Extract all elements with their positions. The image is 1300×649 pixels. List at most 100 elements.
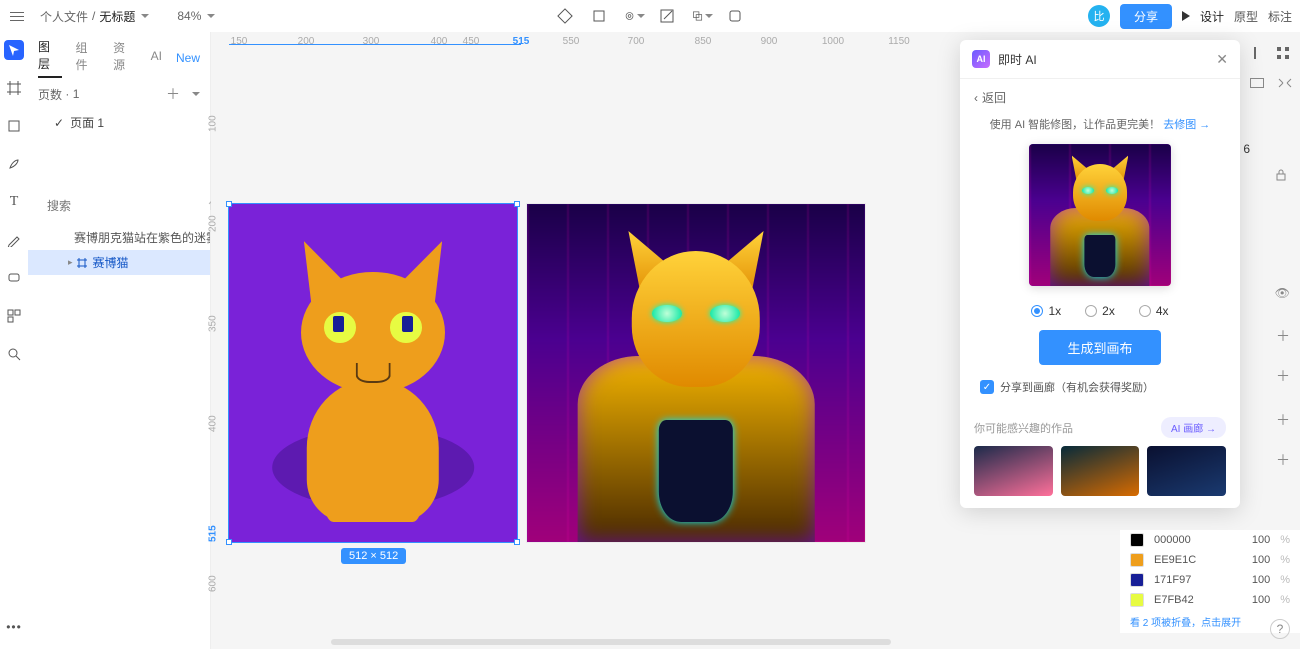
cat-pupil [333, 316, 345, 333]
lock-icon[interactable] [1274, 168, 1288, 182]
tab-annotate[interactable]: 标注 [1268, 8, 1292, 25]
ai-description: 使用 AI 智能修图，让作品更完美！ 去修图 → [960, 116, 1240, 132]
tab-layers[interactable]: 图层 [38, 38, 62, 78]
expand-icon[interactable] [1278, 78, 1292, 88]
zoom-value: 84% [177, 9, 201, 23]
generate-button[interactable]: 生成到画布 [1039, 330, 1160, 365]
chevron-down-icon [205, 13, 215, 19]
horizontal-scrollbar[interactable] [331, 639, 891, 645]
close-button[interactable]: ✕ [1216, 51, 1228, 68]
tab-design[interactable]: 设计 [1200, 8, 1224, 25]
resize-handle[interactable] [514, 201, 520, 207]
add-section-button[interactable]: ＋ [1276, 450, 1290, 470]
tab-assets[interactable]: 资源 [113, 39, 137, 77]
color-row[interactable]: EE9E1C100% [1120, 550, 1300, 570]
color-row[interactable]: 171F97100% [1120, 570, 1300, 590]
move-tool[interactable] [4, 40, 24, 60]
layer-row-cybercat-image[interactable]: 赛博朋克猫站在紫色的迷雾中… [28, 225, 210, 250]
ring-icon[interactable] [624, 7, 642, 25]
radio-4x[interactable]: 4x [1139, 304, 1169, 318]
color-row[interactable]: 000000100% [1120, 530, 1300, 550]
frame-cartoon-cat[interactable] [229, 204, 517, 542]
file-title[interactable]: 无标题 [99, 8, 135, 25]
pen-tool[interactable] [4, 154, 24, 174]
ai-gallery-button[interactable]: AI 画廊 → [1161, 417, 1226, 438]
tab-prototype[interactable]: 原型 [1234, 8, 1258, 25]
add-section-button[interactable]: ＋ [1276, 410, 1290, 430]
page-item[interactable]: ✓ 页面 1 [28, 110, 210, 135]
layer-row-cybercat[interactable]: ▸ 赛博猫 [28, 250, 210, 275]
cat-mouth [356, 363, 391, 383]
rectangle-tool[interactable] [4, 116, 24, 136]
frame-tool[interactable] [4, 78, 24, 98]
ai-panel: AI 即时 AI ✕ ‹ 返回 使用 AI 智能修图，让作品更完美！ 去修图 →… [960, 40, 1240, 508]
menu-button[interactable] [8, 7, 26, 25]
title-dropdown-icon[interactable] [139, 13, 149, 19]
color-row[interactable]: E7FB42100% [1120, 590, 1300, 610]
suggestion-thumb[interactable] [974, 446, 1053, 496]
suggestion-thumbnails [960, 446, 1240, 496]
align-icon[interactable] [1246, 44, 1264, 62]
frame-cyber-cat[interactable] [527, 204, 865, 542]
edit-icon[interactable] [658, 7, 676, 25]
resize-handle[interactable] [514, 539, 520, 545]
suggestion-thumb[interactable] [1147, 446, 1226, 496]
more-tools[interactable]: ••• [4, 617, 24, 637]
crop-icon[interactable] [590, 7, 608, 25]
breadcrumb: 个人文件 / 无标题 [40, 8, 149, 25]
inspector-value: 6 [1243, 142, 1250, 156]
breadcrumb-folder[interactable]: 个人文件 [40, 8, 88, 25]
ai-preview-image [1029, 144, 1171, 286]
tab-ai[interactable]: AI [151, 49, 162, 67]
help-button[interactable]: ? [1270, 619, 1290, 639]
chevron-down-icon[interactable] [190, 91, 200, 97]
tool-strip: T ••• [0, 32, 28, 649]
search-input[interactable] [47, 199, 202, 213]
add-section-button[interactable]: ＋ [1276, 366, 1290, 386]
ai-logo-icon: AI [972, 50, 990, 68]
page-name: 页面 1 [70, 114, 104, 131]
caret-right-icon[interactable]: ▸ [68, 257, 73, 268]
resize-handle[interactable] [226, 539, 232, 545]
ai-retouch-link[interactable]: 去修图 → [1163, 119, 1210, 131]
back-button[interactable]: ‹ 返回 [960, 79, 1240, 116]
color-swatch [1130, 553, 1144, 567]
selection-ruler-marker [229, 44, 521, 45]
back-label: 返回 [982, 89, 1006, 106]
text-tool[interactable]: T [4, 192, 24, 212]
add-page-button[interactable]: ＋ [166, 84, 180, 104]
checkbox-checked-icon: ✓ [980, 380, 994, 394]
pages-header[interactable]: 页数 · 1 ＋ [28, 78, 210, 110]
diamond-icon[interactable] [556, 7, 574, 25]
cat-pupil [402, 316, 414, 333]
component-icon[interactable] [726, 7, 744, 25]
grid-icon[interactable] [1274, 44, 1292, 62]
eye-icon[interactable]: 👁 [1275, 286, 1290, 300]
search-tool[interactable] [4, 344, 24, 364]
radio-1x[interactable]: 1x [1031, 304, 1061, 318]
share-button[interactable]: 分享 [1120, 4, 1172, 29]
user-badge[interactable]: 比 [1088, 5, 1110, 27]
tab-components[interactable]: 组件 [76, 39, 100, 77]
radio-2x[interactable]: 2x [1085, 304, 1115, 318]
frame-icon [77, 258, 87, 268]
left-panel: 图层 组件 资源 AI New 页数 · 1 ＋ ✓ 页面 1 ⇅ 赛博朋克猫站… [28, 32, 211, 649]
align-icons [1246, 44, 1292, 62]
cat-leg [390, 454, 422, 522]
suggestion-thumb[interactable] [1061, 446, 1140, 496]
layer-label: 赛博朋克猫站在紫色的迷雾中… [74, 229, 210, 246]
selection-size-badge: 512 × 512 [341, 548, 406, 564]
layer-search[interactable]: ⇅ [36, 195, 202, 217]
preview-play-button[interactable] [1182, 11, 1190, 21]
resize-handle[interactable] [226, 201, 232, 207]
rect-icon[interactable] [1250, 78, 1264, 88]
radio-icon [1031, 305, 1043, 317]
share-gallery-option[interactable]: ✓ 分享到画廊（有机会获得奖励） [960, 365, 1240, 409]
widgets-tool[interactable] [4, 306, 24, 326]
comment-tool[interactable] [4, 268, 24, 288]
pencil-tool[interactable] [4, 230, 24, 250]
zoom-control[interactable]: 84% [177, 9, 215, 23]
add-section-button[interactable]: ＋ [1276, 326, 1290, 346]
ai-panel-header: AI 即时 AI ✕ [960, 40, 1240, 79]
boolean-icon[interactable] [692, 7, 710, 25]
